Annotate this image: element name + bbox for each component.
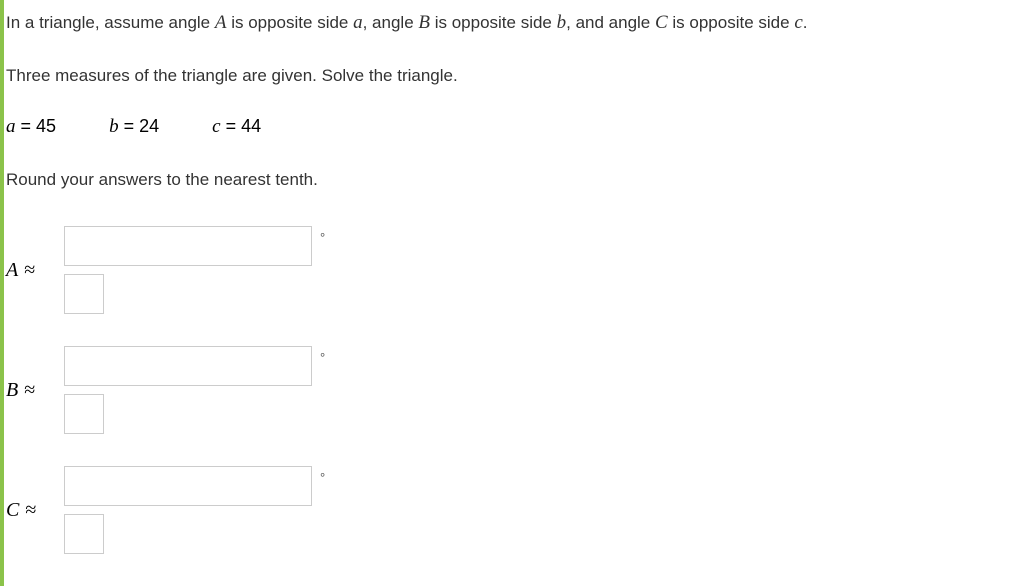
- approx-symbol: ≈: [24, 259, 35, 282]
- var-c: c: [212, 116, 220, 137]
- label-B: B ≈: [6, 379, 64, 402]
- input-wrap-B: °: [64, 346, 325, 386]
- var-a: a: [353, 12, 363, 33]
- var-c: c: [794, 12, 802, 33]
- angle-C-extra-input[interactable]: [64, 514, 104, 554]
- angle-A-input[interactable]: [64, 226, 312, 266]
- approx-symbol: ≈: [24, 379, 35, 402]
- label-C: C ≈: [6, 499, 64, 522]
- text-segment: is opposite side: [430, 13, 557, 32]
- var-A: A: [6, 259, 18, 282]
- approx-symbol: ≈: [25, 499, 36, 522]
- input-group-B: °: [64, 346, 325, 434]
- label-A: A ≈: [6, 259, 64, 282]
- answer-row-C: C ≈ °: [6, 460, 1030, 560]
- degree-icon: °: [320, 230, 325, 245]
- given-b: b = 24: [109, 116, 159, 136]
- input-wrap-C: °: [64, 466, 325, 506]
- answer-row-A: A ≈ °: [6, 220, 1030, 320]
- given-a: a = 45: [6, 116, 56, 136]
- text-segment: is opposite side: [226, 13, 353, 32]
- angle-B-extra-input[interactable]: [64, 394, 104, 434]
- var-b: b: [557, 12, 567, 33]
- text-segment: , angle: [363, 13, 419, 32]
- angle-C-input[interactable]: [64, 466, 312, 506]
- rounding-instruction: Round your answers to the nearest tenth.: [6, 160, 1030, 220]
- input-group-C: °: [64, 466, 325, 554]
- text-segment: In a triangle, assume angle: [6, 13, 215, 32]
- instruction-text: Three measures of the triangle are given…: [6, 46, 1030, 94]
- var-C: C: [6, 499, 19, 522]
- degree-icon: °: [320, 350, 325, 365]
- text-segment: .: [803, 13, 808, 32]
- intro-text: In a triangle, assume angle A is opposit…: [6, 0, 1030, 46]
- value-c: = 44: [221, 116, 262, 136]
- angle-A-extra-input[interactable]: [64, 274, 104, 314]
- question-container: In a triangle, assume angle A is opposit…: [0, 0, 1030, 586]
- input-wrap-A: °: [64, 226, 325, 266]
- var-B: B: [6, 379, 18, 402]
- var-A: A: [215, 12, 227, 33]
- var-b: b: [109, 116, 119, 137]
- var-B: B: [418, 12, 430, 33]
- given-c: c = 44: [212, 116, 261, 136]
- text-segment: , and angle: [566, 13, 655, 32]
- var-a: a: [6, 116, 16, 137]
- angle-B-input[interactable]: [64, 346, 312, 386]
- text-segment: is opposite side: [668, 13, 795, 32]
- value-b: = 24: [119, 116, 160, 136]
- answer-row-B: B ≈ °: [6, 340, 1030, 440]
- var-C: C: [655, 12, 668, 33]
- value-a: = 45: [16, 116, 57, 136]
- given-values: a = 45 b = 24 c = 44: [6, 94, 1030, 160]
- degree-icon: °: [320, 470, 325, 485]
- input-group-A: °: [64, 226, 325, 314]
